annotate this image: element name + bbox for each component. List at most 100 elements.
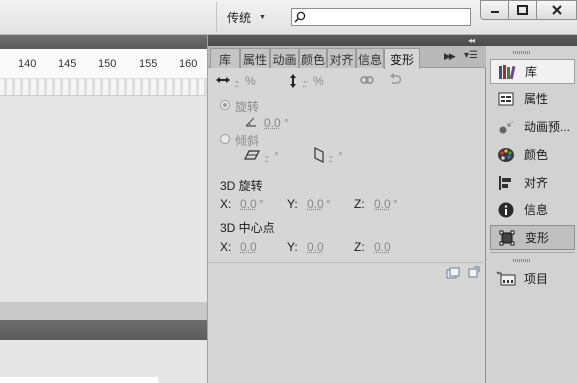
timeline-frame-cell[interactable] xyxy=(180,79,183,95)
panel-menu-icon[interactable]: ▾☰ xyxy=(464,50,478,61)
search-icon xyxy=(294,11,306,23)
application-bar: 传统 ▼ xyxy=(0,0,577,35)
dock-item-label: 信息 xyxy=(524,203,549,217)
ruler-number: 160 xyxy=(179,58,198,70)
reset-icon[interactable] xyxy=(389,73,401,87)
search-input[interactable] xyxy=(291,8,471,26)
minimize-button[interactable] xyxy=(480,0,509,20)
rotation-3d-x-value[interactable]: 0.0 xyxy=(240,197,257,211)
project-icon xyxy=(496,269,516,289)
scale-height-icon xyxy=(290,74,296,88)
transform-panel: ◂◂ 库 属性 动画 颜色 对齐 信息 变形 ▶▶ ▾☰ - % - % 旋转 … xyxy=(207,35,486,383)
timeline-frame-cell[interactable] xyxy=(76,79,79,95)
dock-item-properties[interactable]: 属性 xyxy=(490,86,575,111)
center-3d-y-label: Y: xyxy=(287,240,298,254)
center-3d-x-value[interactable]: 0.0 xyxy=(240,240,257,254)
panel-dock: 库 属性 动画预... 颜色 对齐 信息 变形 项目 xyxy=(486,35,577,383)
timeline-frame-cell[interactable] xyxy=(156,79,159,95)
dock-item-label: 变形 xyxy=(525,231,550,245)
tab-align[interactable]: 对齐 xyxy=(327,48,356,68)
timeline-frame-cell[interactable] xyxy=(116,79,119,95)
ruler-number: 145 xyxy=(58,58,77,70)
tab-info[interactable]: 信息 xyxy=(356,48,384,68)
timeline-frame-cell[interactable] xyxy=(68,79,71,95)
timeline-frame-cell[interactable] xyxy=(164,79,167,95)
dock-item-info[interactable]: 信息 xyxy=(490,197,575,222)
skew-v-value[interactable]: - xyxy=(329,149,333,163)
timeline-frame-cell[interactable] xyxy=(196,79,199,95)
timeline-frame-cell[interactable] xyxy=(20,79,23,95)
dock-item-transform[interactable]: 变形 xyxy=(490,225,575,250)
timeline-frame-cell[interactable] xyxy=(12,79,15,95)
tab-properties[interactable]: 属性 xyxy=(240,48,270,68)
remove-transform-icon[interactable] xyxy=(468,266,480,278)
dock-item-align[interactable]: 对齐 xyxy=(490,170,575,195)
dock-item-label: 库 xyxy=(525,65,538,79)
timeline-frame-cell[interactable] xyxy=(108,79,111,95)
timeline-frame-cell[interactable] xyxy=(52,79,55,95)
timeline-frame-cell[interactable] xyxy=(124,79,127,95)
timeline-frame-cell[interactable] xyxy=(28,79,31,95)
timeline-frame-cell[interactable] xyxy=(4,79,7,95)
minimize-icon xyxy=(490,11,499,13)
dock-item-color[interactable]: 颜色 xyxy=(490,142,575,167)
skew-horizontal-icon xyxy=(244,150,260,160)
timeline-frame-cell[interactable] xyxy=(172,79,175,95)
dock-grip[interactable] xyxy=(513,259,531,262)
transform-icon xyxy=(497,228,517,248)
timeline-ruler: 140 145 150 155 160 xyxy=(0,49,208,79)
timeline-frame-cell[interactable] xyxy=(84,79,87,95)
skew-label: 倾斜 xyxy=(235,134,260,148)
timeline-frame-cell[interactable] xyxy=(36,79,39,95)
maximize-icon xyxy=(517,5,528,15)
constrain-link-icon[interactable] xyxy=(360,75,374,85)
dock-item-project[interactable]: 项目 xyxy=(490,266,575,291)
timeline-frame-cell[interactable] xyxy=(92,79,95,95)
scale-height-unit: % xyxy=(313,74,324,88)
bottom-panel-header xyxy=(0,320,208,340)
tab-color[interactable]: 颜色 xyxy=(299,48,327,68)
rotation-3d-x-degree: ° xyxy=(259,197,264,211)
rotate-value[interactable]: 0.0 xyxy=(264,116,281,130)
skew-h-value[interactable]: - xyxy=(265,149,269,163)
dock-item-label: 动画预... xyxy=(524,120,571,134)
tab-library[interactable]: 库 xyxy=(210,48,240,68)
dock-item-motion-presets[interactable]: 动画预... xyxy=(490,114,575,139)
color-icon xyxy=(496,145,516,165)
tab-transform[interactable]: 变形 xyxy=(384,48,420,69)
scale-width-unit: % xyxy=(245,74,256,88)
collapse-icon[interactable]: ◂◂ xyxy=(468,36,475,45)
scale-height-value[interactable]: - xyxy=(303,74,307,88)
timeline-frame-cell[interactable] xyxy=(100,79,103,95)
dock-item-library[interactable]: 库 xyxy=(490,59,575,84)
rotation-3d-z-value[interactable]: 0.0 xyxy=(374,197,391,211)
duplicate-transform-icon[interactable] xyxy=(446,267,460,279)
timeline-header-strip xyxy=(0,35,208,49)
timeline-frame-cell[interactable] xyxy=(148,79,151,95)
panel-gap xyxy=(0,302,208,320)
center-3d-z-label: Z: xyxy=(354,240,365,254)
dock-divider xyxy=(490,252,575,253)
tab-overflow-icon[interactable]: ▶▶ xyxy=(444,51,456,62)
rotation-3d-y-value[interactable]: 0.0 xyxy=(307,197,324,211)
timeline-frames[interactable] xyxy=(0,79,208,95)
timeline-frame-cell[interactable] xyxy=(44,79,47,95)
align-icon xyxy=(496,173,516,193)
center-3d-y-value[interactable]: 0.0 xyxy=(307,240,324,254)
timeline-frame-cell[interactable] xyxy=(140,79,143,95)
scale-width-value[interactable]: - xyxy=(235,74,239,88)
ruler-number: 155 xyxy=(139,58,158,70)
center-3d-z-value[interactable]: 0.0 xyxy=(374,240,391,254)
timeline-frame-cell[interactable] xyxy=(132,79,135,95)
dock-grip[interactable] xyxy=(513,51,531,54)
timeline-frame-cell[interactable] xyxy=(60,79,63,95)
maximize-button[interactable] xyxy=(508,0,537,20)
timeline-frame-cell[interactable] xyxy=(188,79,191,95)
rotate-radio[interactable] xyxy=(220,100,230,110)
tab-motion[interactable]: 动画 xyxy=(270,48,299,68)
workspace-switcher[interactable]: 传统 ▼ xyxy=(216,2,282,32)
skew-radio[interactable] xyxy=(220,134,230,144)
info-icon xyxy=(496,200,516,220)
stage-area[interactable] xyxy=(0,95,208,302)
close-button[interactable] xyxy=(536,0,577,20)
